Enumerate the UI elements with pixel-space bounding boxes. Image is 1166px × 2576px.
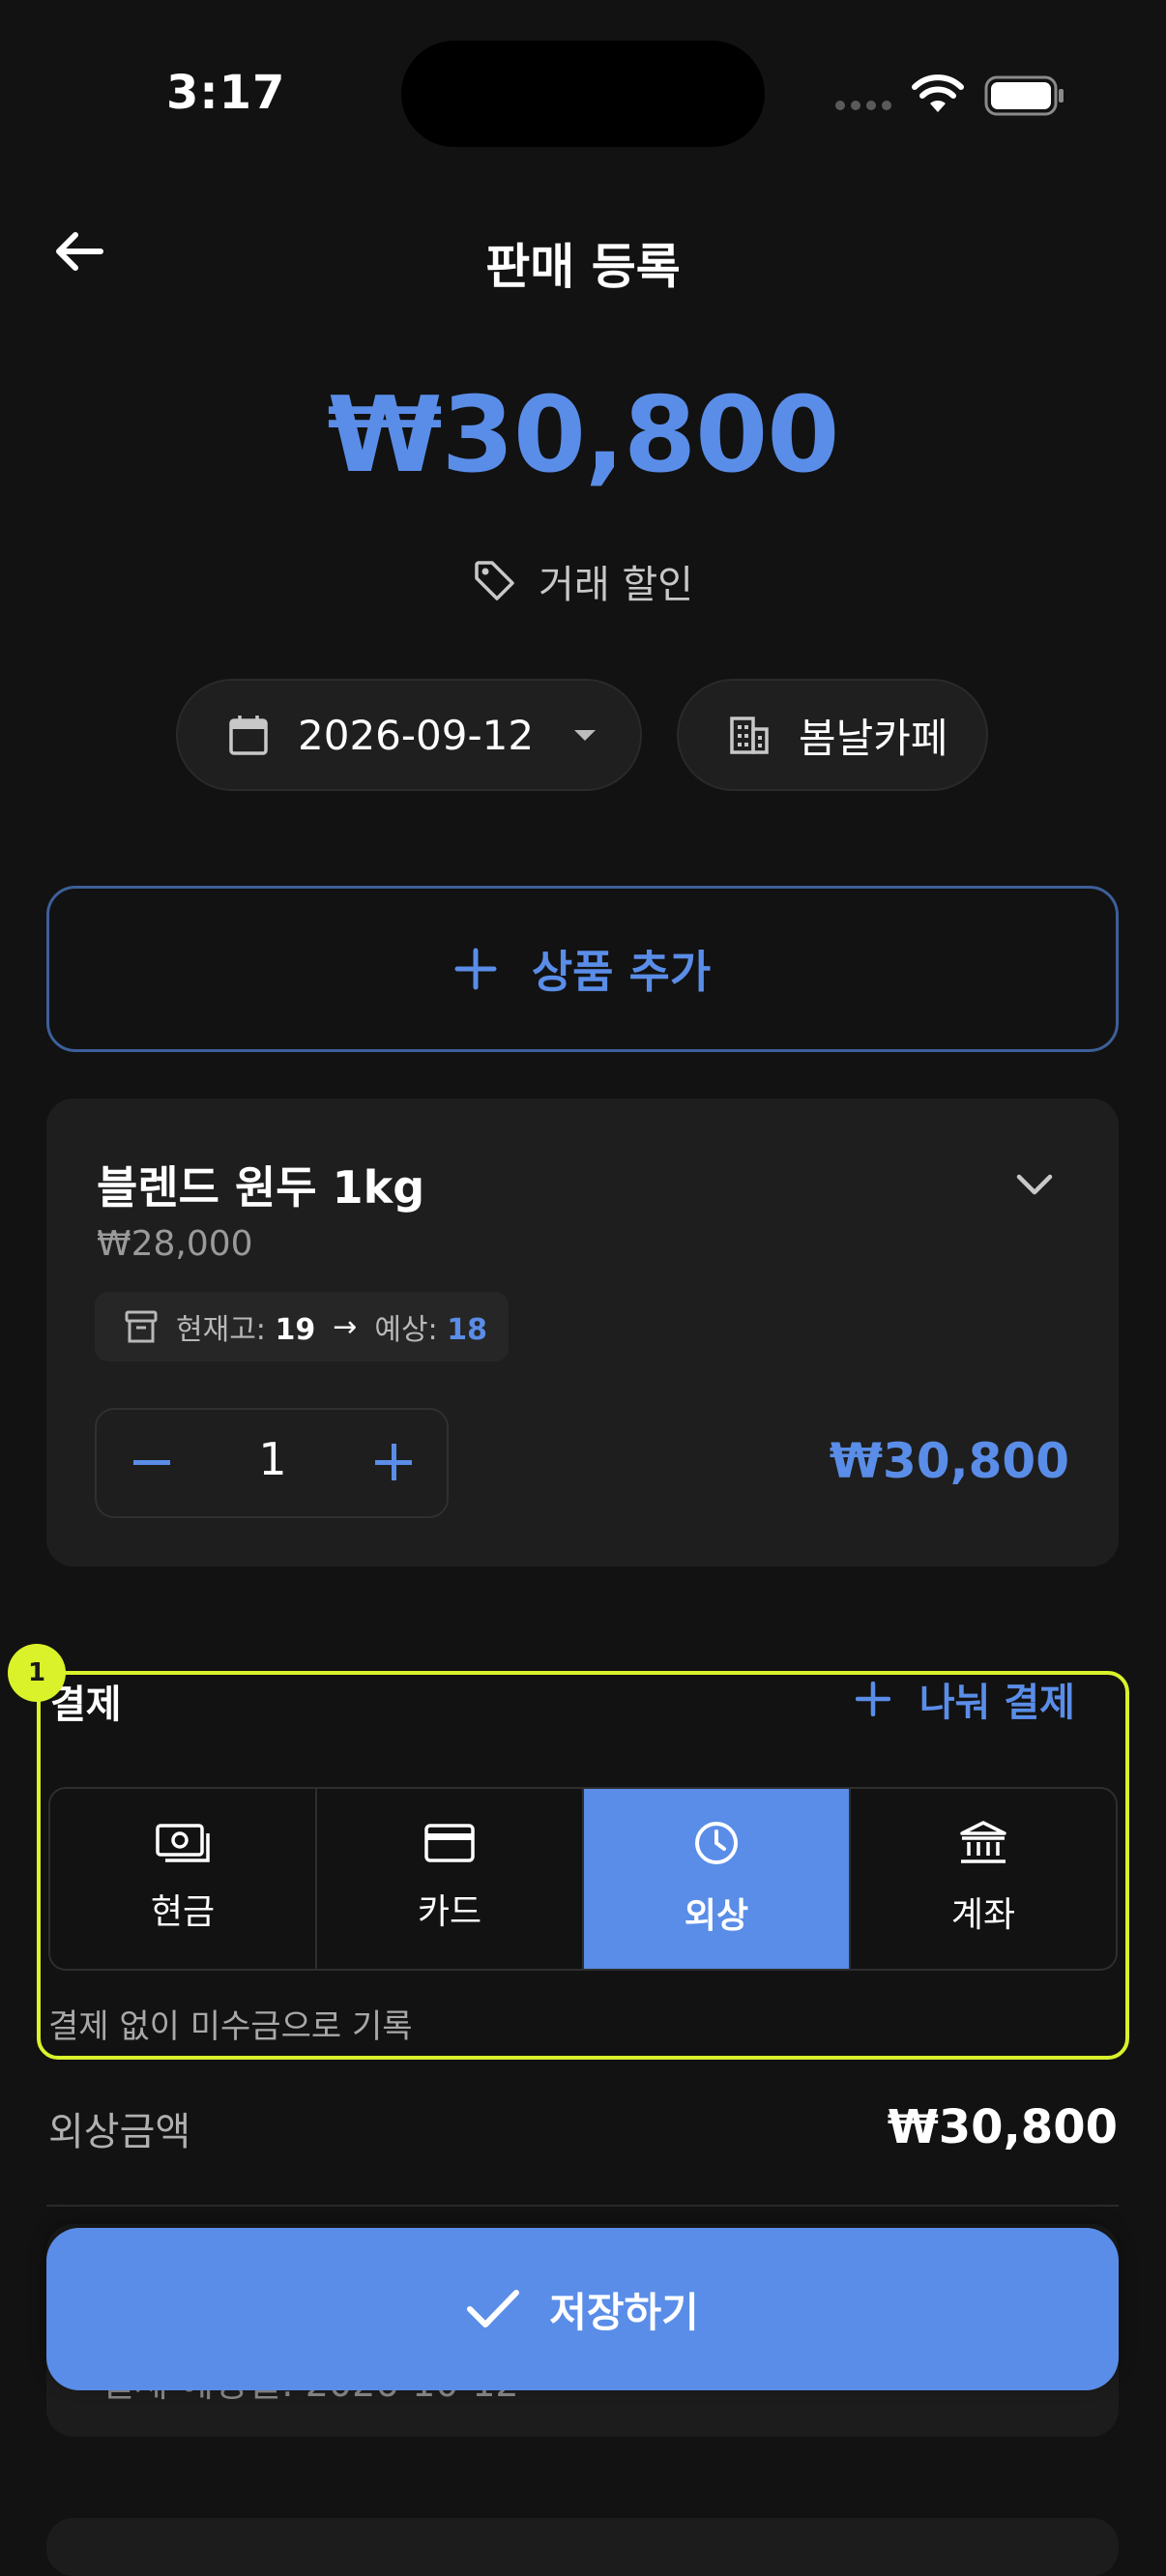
cash-icon — [156, 1824, 210, 1862]
status-time: 3:17 — [166, 66, 286, 120]
total-amount: ₩30,800 — [327, 375, 840, 496]
stock-current-value: 19 — [275, 1313, 316, 1347]
plus-icon — [454, 948, 497, 990]
add-product-button[interactable]: 상품 추가 — [46, 886, 1119, 1052]
payment-method-label: 현금 — [150, 1892, 216, 1932]
increase-quantity-button-stem[interactable] — [392, 1444, 396, 1480]
chevron-down-icon[interactable] — [1015, 1172, 1054, 1197]
discount-label: 거래 할인 — [539, 563, 693, 607]
plus-icon — [855, 1682, 890, 1716]
payment-method-selector: 현금 카드 외상 계좌 — [48, 1787, 1118, 1971]
product-unit-price: ₩28,000 — [97, 1224, 253, 1264]
payment-method-account[interactable]: 계좌 — [851, 1789, 1116, 1969]
building-icon — [730, 717, 769, 754]
credit-amount-value: ₩30,800 — [887, 2100, 1118, 2154]
clock-icon — [695, 1822, 738, 1864]
bank-icon — [960, 1821, 1006, 1863]
payment-note: 결제 없이 미수금으로 기록 — [48, 2007, 413, 2046]
wifi-icon — [912, 74, 964, 112]
save-button[interactable]: 저장하기 — [46, 2228, 1119, 2390]
stock-current-label: 현재고: — [176, 1313, 266, 1347]
save-button-label: 저장하기 — [549, 2288, 699, 2336]
payment-method-cash[interactable]: 현금 — [50, 1789, 317, 1969]
calendar-icon — [229, 716, 268, 755]
next-card — [46, 2518, 1119, 2576]
split-payment-button[interactable]: 나눠 결제 — [855, 1671, 1075, 1727]
stock-expected-value: 18 — [447, 1313, 487, 1347]
check-icon — [467, 2290, 520, 2327]
battery-icon — [984, 75, 1064, 116]
signal-icon — [835, 101, 891, 110]
date-value: 2026-09-12 — [298, 711, 535, 759]
payment-method-card[interactable]: 카드 — [317, 1789, 584, 1969]
add-product-label: 상품 추가 — [531, 946, 712, 998]
card-icon — [424, 1824, 475, 1862]
store-value: 봄날카페 — [799, 714, 948, 762]
page-title: 판매 등록 — [485, 239, 681, 295]
quantity-value[interactable]: 1 — [253, 1433, 292, 1485]
payment-method-credit[interactable]: 외상 — [584, 1789, 851, 1969]
line-total: ₩30,800 — [829, 1433, 1069, 1489]
transaction-discount-button[interactable]: 거래 할인 — [0, 553, 1166, 609]
dynamic-island — [401, 41, 765, 147]
payment-method-label: 계좌 — [950, 1895, 1016, 1935]
payment-method-label: 외상 — [684, 1896, 749, 1936]
stock-expected-label: 예상: — [374, 1313, 438, 1347]
annotation-badge: 1 — [8, 1644, 66, 1702]
divider — [46, 2205, 1119, 2207]
store-selector[interactable]: 봄날카페 — [677, 679, 988, 791]
split-payment-label: 나눠 결제 — [918, 1681, 1075, 1725]
dropdown-caret-icon — [574, 729, 597, 741]
decrease-quantity-button[interactable] — [133, 1460, 170, 1465]
date-selector[interactable]: 2026-09-12 — [176, 679, 642, 791]
product-name: 블렌드 원두 1kg — [97, 1161, 425, 1214]
archive-box-icon — [125, 1310, 158, 1343]
tag-icon — [475, 561, 514, 600]
stock-info: 현재고: 19 → 예상: 18 — [95, 1292, 509, 1361]
credit-amount-label: 외상금액 — [48, 2110, 191, 2154]
stock-arrow: → — [333, 1309, 358, 1344]
payment-method-label: 카드 — [417, 1892, 482, 1932]
